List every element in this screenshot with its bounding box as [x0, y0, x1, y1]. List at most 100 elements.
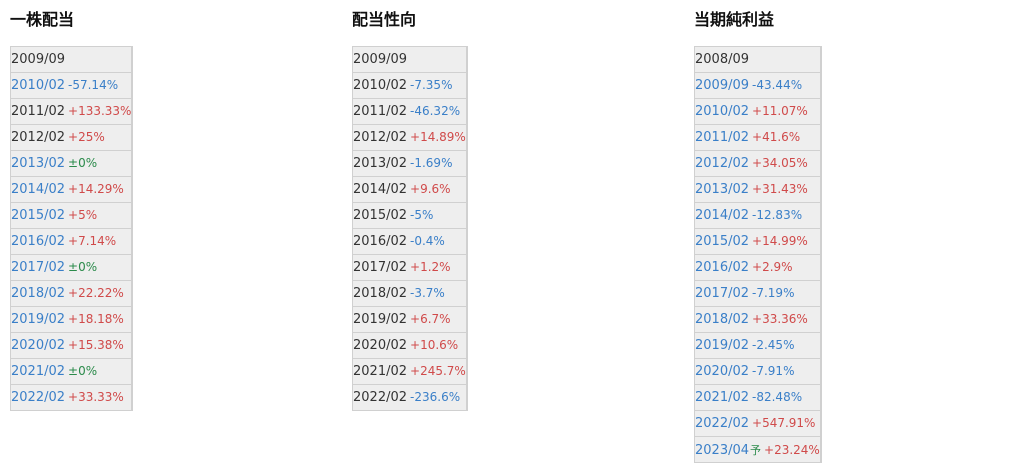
- table-row: 2013/02-1.69%33.3%: [352, 150, 468, 177]
- year-label[interactable]: 2021/02: [12, 364, 66, 379]
- year-label[interactable]: 2023/04: [695, 443, 749, 458]
- year-cell: 2015/02 -5%: [352, 202, 467, 229]
- value-bar: [132, 77, 133, 93]
- year-cell: 2010/02 -7.35%: [352, 72, 467, 99]
- year-cell: 2020/02 +15.38%: [9, 332, 133, 359]
- change-percent: +14.99%: [752, 234, 808, 248]
- table-row: 2021/02-82.48%2億6300万: [694, 384, 822, 411]
- year-label[interactable]: 2021/02: [695, 390, 749, 405]
- year-label[interactable]: 2022/02: [12, 390, 66, 405]
- year-label[interactable]: 2016/02: [12, 234, 66, 249]
- year-label[interactable]: 2017/02: [12, 260, 66, 275]
- net-income-table: 2008/098億3523万2009/09-43.44%4億7240万2010/…: [694, 46, 822, 463]
- year-label[interactable]: 2010/02: [695, 104, 749, 119]
- year-label: 2011/02: [353, 104, 408, 119]
- value-bar: [467, 181, 468, 197]
- year-label[interactable]: 2010/02: [12, 78, 66, 93]
- table-row: 2013/02±0%35円: [9, 150, 134, 177]
- table-row: 2020/02+10.6%52.3%: [352, 332, 468, 359]
- year-label[interactable]: 2013/02: [695, 182, 749, 197]
- year-label: 2022/02: [353, 390, 408, 405]
- year-cell: 2014/02 +9.6%: [352, 176, 467, 203]
- table-row: 2008/09 8億3523万: [694, 46, 822, 73]
- bar-cell: 61.4%: [465, 384, 468, 411]
- year-label: 2008/09: [695, 52, 750, 67]
- year-label[interactable]: 2009/09: [695, 78, 749, 93]
- bar-cell: 9億9600万: [819, 150, 822, 177]
- table-row: 2014/02+14.29%40円: [9, 176, 134, 203]
- change-percent: +9.6%: [410, 182, 451, 196]
- bar-cell: 20.1%: [465, 98, 468, 125]
- bar-cell: 4億7240万: [819, 72, 822, 99]
- table-row: 2022/02+547.91%17億400万: [694, 410, 822, 437]
- change-percent: +547.91%: [752, 416, 816, 430]
- year-cell: 2008/09: [694, 46, 821, 73]
- table-row: 2016/02+2.9%13億5000万: [694, 254, 822, 281]
- year-label[interactable]: 2014/02: [12, 182, 66, 197]
- year-label[interactable]: 2014/02: [695, 208, 749, 223]
- year-cell: 2016/02 -0.4%: [352, 228, 467, 255]
- year-label[interactable]: 2020/02: [695, 364, 749, 379]
- year-label[interactable]: 2020/02: [12, 338, 66, 353]
- year-label[interactable]: 2012/02: [695, 156, 749, 171]
- bar-cell: 12円: [131, 72, 134, 99]
- value-bar: [132, 181, 133, 197]
- year-cell: 2013/02 -1.69%: [352, 150, 467, 177]
- year-cell: 2011/02 +41.6%: [694, 124, 821, 151]
- table-row: 2017/02-7.19%12億5300万: [694, 280, 822, 307]
- year-label: 2009/09: [11, 52, 66, 67]
- year-label[interactable]: 2019/02: [12, 312, 66, 327]
- year-cell: 2019/02 -2.45%: [694, 332, 821, 359]
- change-percent: +14.29%: [68, 182, 124, 196]
- table-row: 2023/04予+23.24%21億: [694, 436, 822, 463]
- value-bar: [467, 259, 468, 275]
- change-percent: ±0%: [68, 260, 98, 274]
- bar-cell: 21億: [819, 436, 822, 463]
- year-label[interactable]: 2019/02: [695, 338, 749, 353]
- change-percent: +23.24%: [764, 442, 820, 457]
- value-bar: [821, 233, 822, 249]
- year-label: 2012/02: [353, 130, 408, 145]
- value-bar: [132, 337, 133, 353]
- bar-cell: 2億6300万: [819, 384, 822, 411]
- change-percent: +11.07%: [752, 104, 808, 118]
- year-label[interactable]: 2017/02: [695, 286, 749, 301]
- bar-cell: 45円: [131, 228, 134, 255]
- year-label: 2010/02: [353, 78, 408, 93]
- value-bar: [821, 415, 822, 431]
- bar-cell: 13億1200万: [819, 228, 822, 255]
- table-row: 2016/02-0.4%37.5%: [352, 228, 468, 255]
- value-bar: [132, 363, 133, 379]
- change-percent: +7.14%: [68, 234, 117, 248]
- change-percent: -0.4%: [410, 234, 445, 248]
- year-label[interactable]: 2018/02: [12, 286, 66, 301]
- year-label[interactable]: 2018/02: [695, 312, 749, 327]
- year-label[interactable]: 2022/02: [695, 416, 749, 431]
- change-percent: -12.83%: [752, 208, 803, 222]
- value-bar: [821, 285, 822, 301]
- bar-cell: 7億4300万: [819, 124, 822, 151]
- bar-cell: 13億5000万: [819, 254, 822, 281]
- year-cell: 2015/02 +14.99%: [694, 228, 821, 255]
- value-bar: [467, 77, 468, 93]
- year-label: 2015/02: [353, 208, 408, 223]
- value-bar: [132, 233, 133, 249]
- value-bar: [467, 233, 468, 249]
- year-label[interactable]: 2015/02: [695, 234, 749, 249]
- bar-cell: 5億2469万: [819, 98, 822, 125]
- year-label[interactable]: 2011/02: [695, 130, 749, 145]
- year-label[interactable]: 2015/02: [12, 208, 66, 223]
- table-row: 2010/02-7.35%66.42%: [352, 72, 468, 99]
- value-bar: [821, 363, 822, 379]
- value-bar: [467, 389, 468, 405]
- year-label[interactable]: 2016/02: [695, 260, 749, 275]
- year-cell: 2016/02 +2.9%: [694, 254, 821, 281]
- year-label[interactable]: 2013/02: [12, 156, 66, 171]
- change-percent: +18.18%: [68, 312, 124, 326]
- bar-cell: 41.7%: [465, 306, 468, 333]
- table-row: 2014/02+9.6%42.9%: [352, 176, 468, 203]
- year-label: 2018/02: [353, 286, 408, 301]
- bar-cell: 35%: [465, 280, 468, 307]
- table-row: 2009/09 28円: [9, 46, 134, 73]
- value-bar: [132, 103, 133, 119]
